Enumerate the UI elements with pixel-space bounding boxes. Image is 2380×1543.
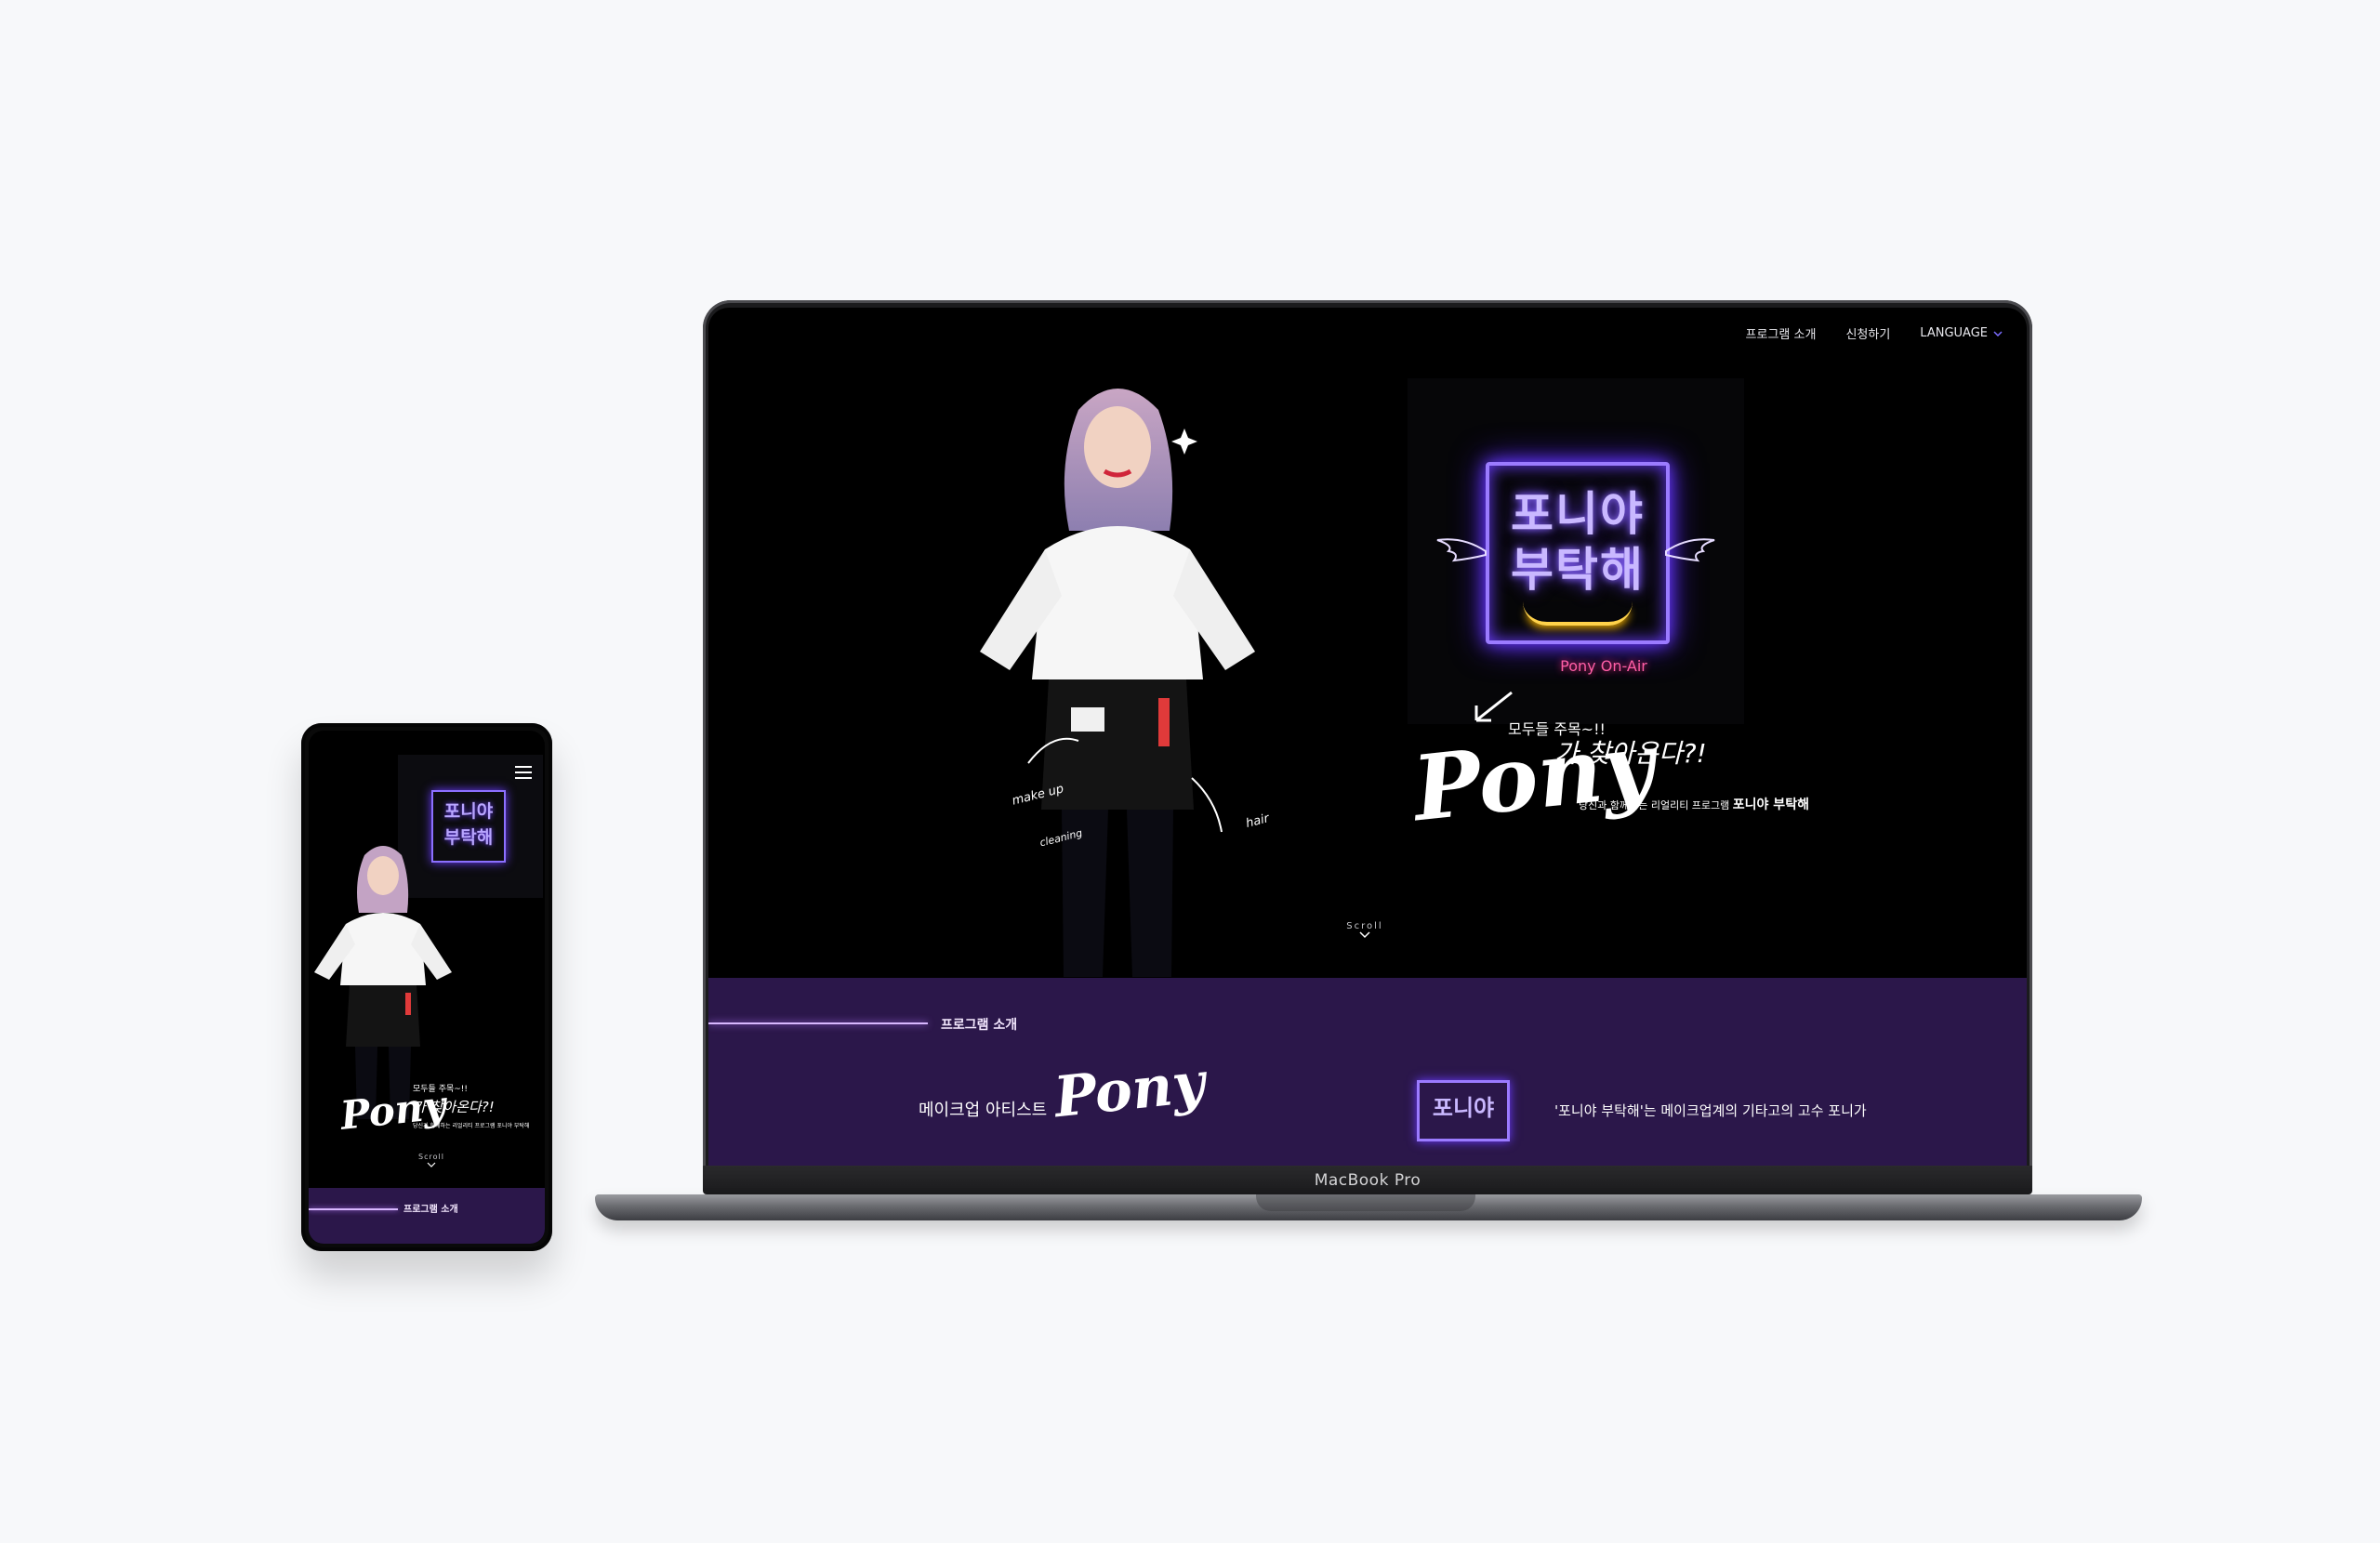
neon-subtitle: Pony On-Air xyxy=(1560,657,1647,675)
neon-sign: 포니야 부탁해 Pony On-Air xyxy=(1408,378,1744,724)
chevron-down-icon xyxy=(1359,931,1370,939)
phone-section-title: 프로그램 소개 xyxy=(403,1205,458,1215)
language-label: LANGUAGE xyxy=(1920,326,1988,340)
phone-screen: 포니야 부탁해 모두들 주목~!! Pony 가 찾아온다?! 당신과 함께하는… xyxy=(309,731,545,1244)
intro-left-text: 메이크업 아티스트 xyxy=(919,1101,1048,1120)
phone-program-intro-section: 프로그램 소개 xyxy=(309,1188,545,1244)
neon-title-line2: 부탁해 xyxy=(1511,543,1645,597)
laptop-chin: MacBook Pro xyxy=(703,1166,2032,1194)
chevron-down-icon xyxy=(427,1162,436,1167)
phone-scroll-label: Scroll xyxy=(418,1153,444,1161)
program-intro-section: 프로그램 소개 메이크업 아티스트 Pony 포니야 '포니야 부탁해'는 메이… xyxy=(708,978,2027,1167)
section-divider xyxy=(708,1022,928,1024)
right-wing-icon xyxy=(1665,538,1715,562)
phone-tagline: 가 찾아온다?! xyxy=(413,1099,495,1115)
hero-tagline: 가 찾아온다?! xyxy=(1554,738,1707,769)
section-title: 프로그램 소개 xyxy=(941,1018,1018,1033)
phone-scroll-indicator[interactable]: Scroll xyxy=(409,1153,454,1169)
pony-script-logo: Pony xyxy=(1408,711,1659,842)
hero-description-emphasis: 포니야 부탁해 xyxy=(1732,798,1809,812)
neon-frame: 포니야 부탁해 xyxy=(1486,462,1670,644)
phone-description: 당신과 함께하는 리얼리티 프로그램 포니야 부탁해 xyxy=(413,1123,530,1129)
nav-item-apply[interactable]: 신청하기 xyxy=(1845,324,1890,342)
laptop-screen: 프로그램 소개 신청하기 LANGUAGE make up hair clean… xyxy=(708,308,2027,1167)
hamburger-menu-icon[interactable] xyxy=(515,766,532,783)
nav-item-program-intro[interactable]: 프로그램 소개 xyxy=(1746,324,1817,342)
smile-icon xyxy=(1523,601,1633,626)
phone-section-divider xyxy=(309,1208,398,1210)
chevron-down-icon xyxy=(1993,330,2003,336)
language-dropdown[interactable]: LANGUAGE xyxy=(1920,326,2003,340)
phone-neon-line1: 포니야 xyxy=(443,801,494,822)
intro-pony-script: Pony xyxy=(1051,1049,1209,1131)
laptop-notch xyxy=(1256,1194,1475,1211)
intro-neon-sign: 포니야 xyxy=(1417,1080,1510,1141)
model-photo xyxy=(980,389,1255,977)
left-wing-icon xyxy=(1436,538,1487,562)
device-label: MacBook Pro xyxy=(1314,1171,1421,1190)
scroll-indicator[interactable]: Scroll xyxy=(1337,921,1393,942)
phone-frame: 포니야 부탁해 모두들 주목~!! Pony 가 찾아온다?! 당신과 함께하는… xyxy=(301,723,552,1251)
intro-right-text: '포니야 부탁해'는 메이크업계의 기타고의 고수 포니가 xyxy=(1554,1102,1867,1119)
scroll-label: Scroll xyxy=(1346,921,1383,931)
top-nav: 프로그램 소개 신청하기 LANGUAGE xyxy=(1746,324,2003,342)
hero-description-text: 당신과 함께하는 리얼리티 프로그램 xyxy=(1579,799,1730,811)
hero-description: 당신과 함께하는 리얼리티 프로그램 포니야 부탁해 xyxy=(1579,795,1809,813)
phone-model-photo xyxy=(314,846,452,1119)
